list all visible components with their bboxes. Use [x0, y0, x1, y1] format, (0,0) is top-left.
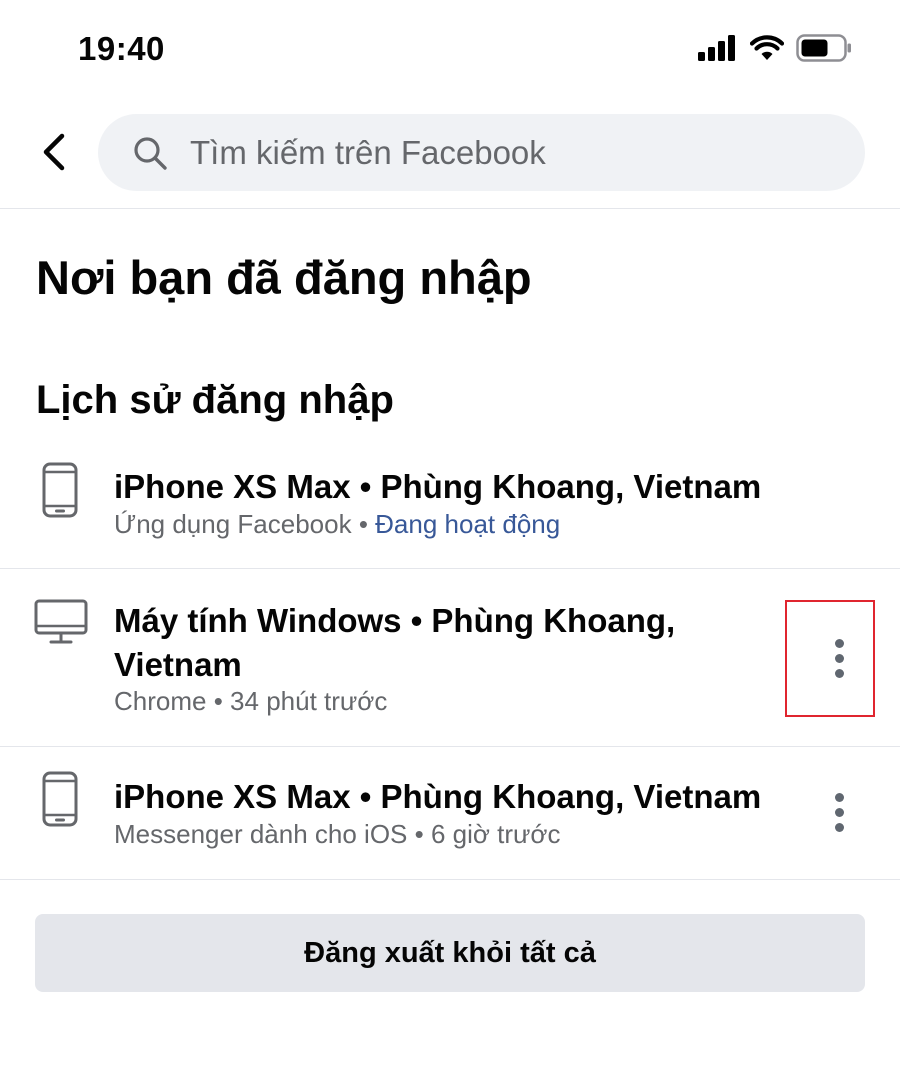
search-placeholder: Tìm kiếm trên Facebook [190, 133, 546, 171]
session-status: 6 giờ trước [430, 819, 561, 849]
session-row[interactable]: iPhone XS Max • Phùng Khoang, Vietnam Me… [0, 747, 900, 879]
phone-icon [42, 462, 78, 518]
session-separator: • [206, 686, 231, 716]
status-time: 19:40 [78, 30, 165, 67]
wifi-icon [750, 35, 784, 60]
top-nav: Tìm kiếm trên Facebook [0, 112, 900, 192]
logout-all-button[interactable]: Đăng xuất khỏi tất cả [35, 914, 865, 992]
session-title: iPhone XS Max • Phùng Khoang, Vietnam [114, 468, 762, 505]
session-app: Messenger dành cho iOS [114, 819, 408, 849]
session-subtitle: Chrome • 34 phút trước [114, 686, 387, 717]
session-title: Máy tính Windows • Phùng Khoang, Vietnam [114, 602, 676, 683]
session-subtitle: Messenger dành cho iOS • 6 giờ trước [114, 819, 560, 850]
desktop-icon [34, 599, 88, 644]
chevron-left-icon [43, 133, 65, 171]
session-app: Ứng dụng Facebook [114, 509, 352, 539]
session-separator: • [407, 819, 431, 849]
header-divider [0, 208, 900, 209]
session-status: 34 phút trước [230, 686, 388, 716]
session-app: Chrome [114, 686, 207, 716]
session-status: Đang hoạt động [375, 509, 561, 539]
highlight-box [785, 600, 875, 717]
page-title: Nơi bạn đã đăng nhập [36, 251, 532, 304]
search-bar[interactable]: Tìm kiếm trên Facebook [98, 114, 865, 191]
session-row[interactable]: iPhone XS Max • Phùng Khoang, Vietnam Ứn… [0, 455, 900, 569]
row-divider [0, 879, 900, 880]
back-button[interactable] [34, 132, 74, 172]
more-options-button[interactable] [822, 787, 856, 837]
signal-icon [698, 35, 735, 61]
phone-icon [42, 771, 78, 827]
battery-icon [796, 34, 851, 62]
section-title: Lịch sử đăng nhập [36, 378, 394, 422]
search-icon [134, 136, 167, 170]
session-row[interactable]: Máy tính Windows • Phùng Khoang, Vietnam… [0, 569, 900, 746]
status-bar: 19:40 [0, 0, 900, 100]
session-title: iPhone XS Max • Phùng Khoang, Vietnam [114, 778, 762, 815]
more-dots-icon [834, 792, 844, 802]
session-subtitle: Ứng dụng Facebook • Đang hoạt động [114, 509, 560, 540]
session-separator: • [351, 509, 376, 539]
status-icons [698, 34, 852, 62]
